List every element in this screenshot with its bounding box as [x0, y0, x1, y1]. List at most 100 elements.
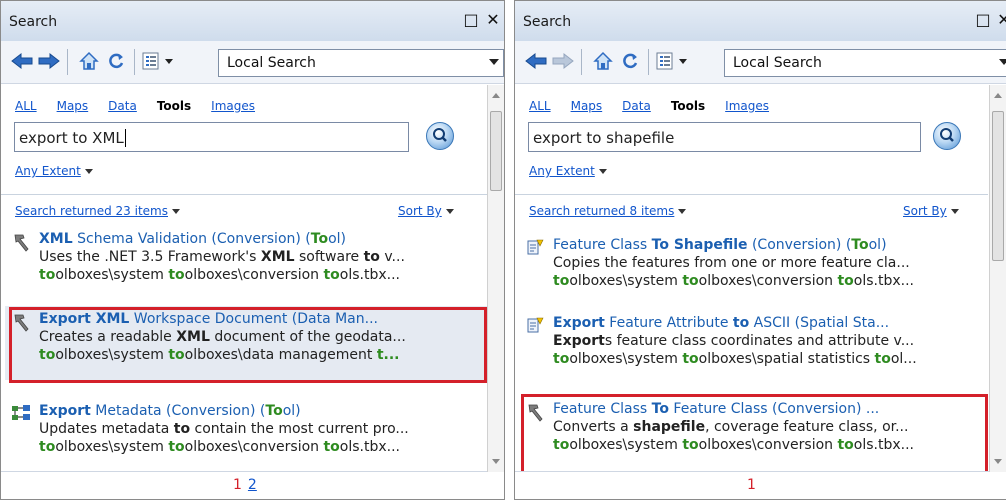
back-arrow-icon[interactable]: [11, 49, 33, 73]
result-path: toolboxes\system toolboxes\conversion to…: [39, 439, 401, 455]
toolbar: Local Search: [515, 41, 1006, 84]
chevron-down-icon: [489, 59, 499, 65]
tab-data[interactable]: Data: [622, 99, 651, 113]
caret-down-icon: [445, 209, 454, 214]
separator: [581, 49, 582, 75]
result-title: Export Feature Attribute to ASCII (Spati…: [553, 315, 890, 331]
tab-all[interactable]: ALL: [15, 99, 37, 113]
search-panel-left: Search □ ✕ Local Search ALL Maps Data To…: [0, 0, 505, 500]
back-arrow-icon[interactable]: [525, 49, 547, 73]
divider: [515, 194, 988, 195]
home-icon[interactable]: [591, 49, 615, 73]
tab-maps[interactable]: Maps: [57, 99, 89, 113]
results-count[interactable]: Search returned 23 items: [15, 204, 180, 218]
page-current: 1: [233, 477, 242, 493]
panel-title: Search: [9, 14, 58, 30]
result-title: Export Metadata (Conversion) (Tool): [39, 403, 301, 419]
toolbar: Local Search: [1, 41, 504, 84]
sort-by[interactable]: Sort By: [903, 204, 959, 218]
tab-images[interactable]: Images: [211, 99, 255, 113]
page-link[interactable]: 2: [248, 477, 257, 493]
scroll-up-icon[interactable]: [492, 93, 500, 98]
result-description: Exports feature class coordinates and at…: [553, 333, 915, 349]
category-tabs: ALL Maps Data Tools Images: [15, 99, 255, 113]
forward-arrow-icon[interactable]: [38, 49, 60, 73]
result-description: Updates metadata to contain the most cur…: [39, 421, 409, 437]
vertical-scrollbar[interactable]: [487, 85, 504, 472]
scroll-down-icon[interactable]: [994, 459, 1002, 464]
result-item[interactable]: Export Feature Attribute to ASCII (Spati…: [519, 310, 988, 384]
script-tool-icon: [525, 238, 545, 258]
dropdown-value: Local Search: [733, 55, 822, 71]
search-input[interactable]: export to XML: [14, 122, 409, 152]
separator: [648, 49, 649, 75]
search-content: ALL Maps Data Tools Images export to XML…: [1, 84, 487, 472]
scroll-thumb[interactable]: [490, 111, 502, 191]
tab-data[interactable]: Data: [108, 99, 137, 113]
tab-images[interactable]: Images: [725, 99, 769, 113]
refresh-icon[interactable]: [619, 49, 641, 73]
caret-down-icon: [84, 169, 93, 174]
hammer-icon: [11, 232, 31, 252]
titlebar: Search □ ✕: [515, 1, 1006, 42]
extent-label: Any Extent: [529, 164, 595, 178]
refresh-icon[interactable]: [105, 49, 127, 73]
result-description: Uses the .NET 3.5 Framework's XML softwa…: [39, 249, 405, 265]
results-count[interactable]: Search returned 8 items: [529, 204, 687, 218]
search-input[interactable]: export to shapefile: [528, 122, 921, 152]
forward-arrow-icon[interactable]: [552, 49, 574, 73]
search-panel-right: Search □ ✕ Local Search ALL Maps Data: [514, 0, 1006, 500]
restore-icon[interactable]: □: [975, 10, 991, 29]
results-bar: Search returned 23 items Sort By: [1, 202, 487, 224]
result-item[interactable]: XML Schema Validation (Conversion) (Tool…: [5, 226, 487, 300]
category-tabs: ALL Maps Data Tools Images: [529, 99, 769, 113]
search-button[interactable]: [933, 122, 961, 150]
view-options-icon[interactable]: [656, 49, 690, 73]
highlight-box: [521, 394, 988, 472]
result-item[interactable]: Feature Class To Shapefile (Conversion) …: [519, 232, 988, 306]
script-tool-icon: [525, 316, 545, 336]
separator: [67, 49, 68, 75]
scroll-thumb[interactable]: [992, 111, 1004, 261]
tab-all[interactable]: ALL: [529, 99, 551, 113]
home-icon[interactable]: [77, 49, 101, 73]
search-content: ALL Maps Data Tools Images export to sha…: [515, 84, 988, 472]
pagination: 12: [1, 471, 487, 499]
extent-filter[interactable]: Any Extent: [529, 164, 607, 178]
tab-maps[interactable]: Maps: [571, 99, 603, 113]
divider: [1, 194, 487, 195]
vertical-scrollbar[interactable]: [989, 85, 1006, 472]
tab-tools[interactable]: Tools: [157, 99, 191, 113]
view-options-icon[interactable]: [142, 49, 176, 73]
sort-by[interactable]: Sort By: [398, 204, 454, 218]
tab-tools[interactable]: Tools: [671, 99, 705, 113]
result-description: Copies the features from one or more fea…: [553, 255, 910, 271]
scroll-down-icon[interactable]: [492, 459, 500, 464]
separator: [134, 49, 135, 75]
titlebar: Search □ ✕: [1, 1, 504, 42]
scroll-up-icon[interactable]: [994, 93, 1002, 98]
search-button[interactable]: [426, 122, 454, 150]
search-scope-dropdown[interactable]: Local Search: [724, 49, 1006, 77]
result-path: toolboxes\system toolboxes\conversion to…: [553, 273, 915, 289]
extent-filter[interactable]: Any Extent: [15, 164, 93, 178]
metadata-icon: [11, 404, 31, 424]
result-item[interactable]: Export Metadata (Conversion) (Tool) Upda…: [5, 398, 487, 472]
caret-down-icon: [172, 209, 180, 214]
search-input-value: export to XML: [19, 129, 124, 147]
close-icon[interactable]: ✕: [485, 10, 501, 29]
search-input-value: export to shapefile: [533, 129, 675, 147]
caret-down-icon: [678, 209, 687, 214]
close-icon[interactable]: ✕: [996, 10, 1006, 29]
dropdown-value: Local Search: [227, 55, 316, 71]
search-scope-dropdown[interactable]: Local Search: [218, 49, 504, 77]
result-title: Feature Class To Shapefile (Conversion) …: [553, 237, 887, 253]
result-path: toolboxes\system toolboxes\conversion to…: [39, 267, 401, 283]
result-path: toolboxes\system toolboxes\spatial stati…: [553, 351, 917, 367]
restore-icon[interactable]: □: [463, 10, 479, 29]
highlight-box: [9, 307, 487, 383]
results-bar: Search returned 8 items Sort By: [515, 202, 988, 224]
chevron-down-icon: [999, 59, 1006, 65]
extent-label: Any Extent: [15, 164, 81, 178]
page-current: 1: [747, 477, 756, 493]
